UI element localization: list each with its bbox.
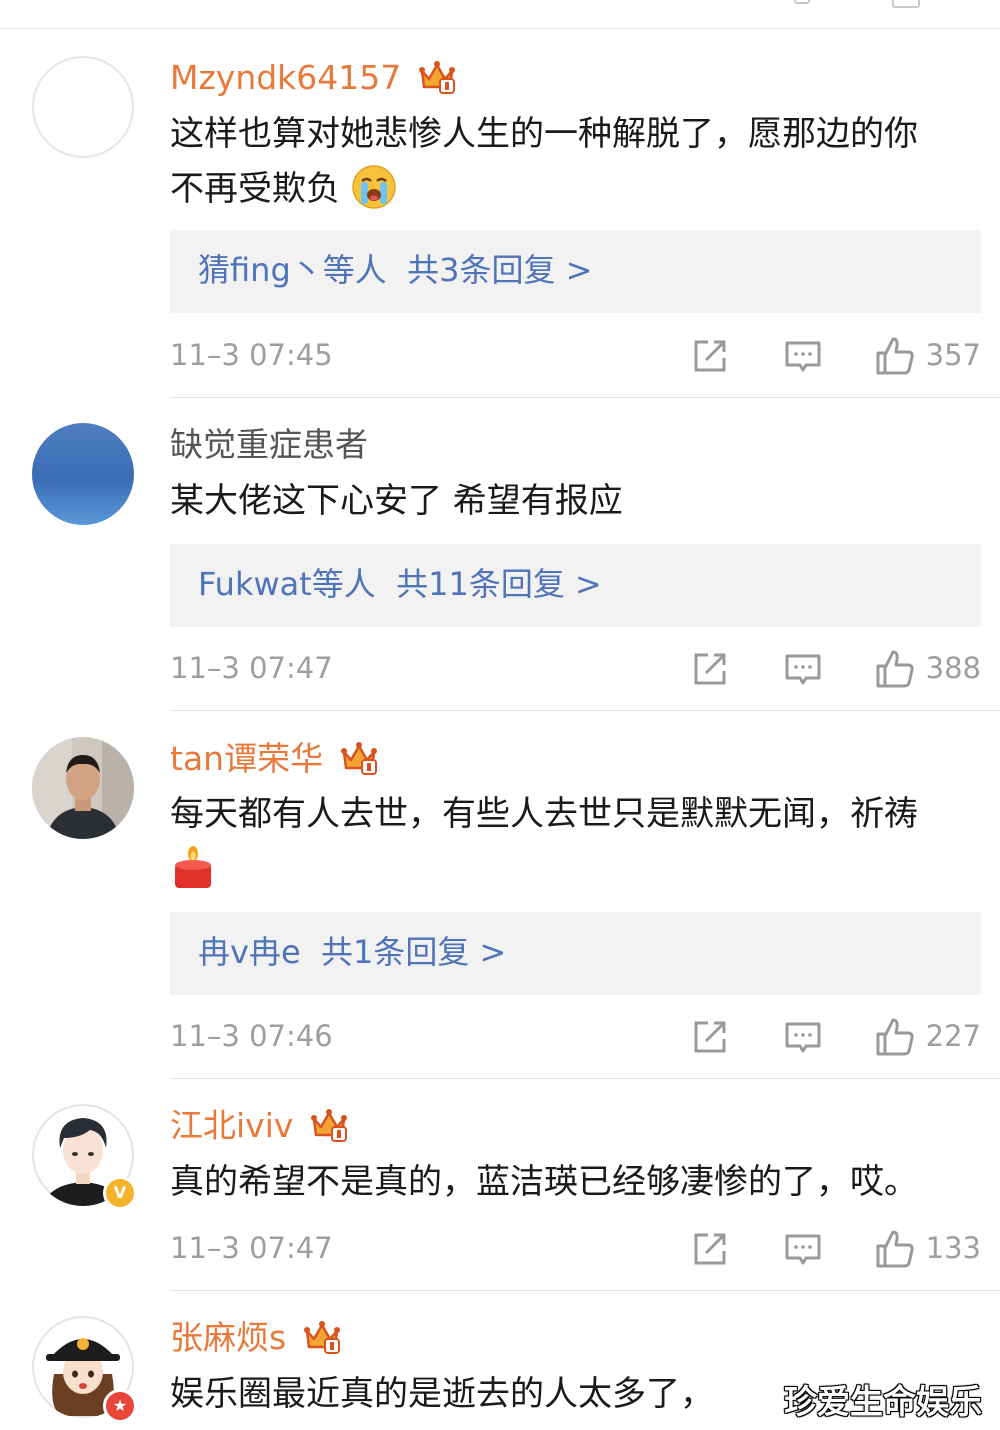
reply-authors[interactable]: Fukwat等人 — [198, 565, 376, 603]
comment-header: 江北iviv — [170, 1104, 348, 1148]
comment-meta: 11–3 07:47 133 — [170, 1227, 981, 1271]
timestamp: 11–3 07:47 — [170, 651, 333, 685]
reply-count-link[interactable]: 共11条回复 > — [396, 565, 602, 603]
comment-icon[interactable] — [783, 649, 823, 689]
verified-v-badge: V — [103, 1176, 137, 1210]
comment-meta: 11–3 07:46 227 — [170, 1015, 981, 1059]
reply-authors[interactable]: 冉v冉e — [198, 933, 301, 971]
like-count: 133 — [925, 1231, 981, 1265]
divider — [170, 1290, 1000, 1291]
like-count: 227 — [925, 1019, 981, 1053]
username[interactable]: tan谭荣华 — [170, 739, 323, 778]
comment-text-line: 这样也算对她悲惨人生的一种解脱了，愿那边的你 — [170, 114, 918, 154]
comment-text: 某大佬这下心安了 希望有报应 — [170, 474, 990, 529]
username[interactable]: Mzyndk64157 — [170, 58, 401, 97]
comment-meta: 11–3 07:47 388 — [170, 647, 981, 691]
watermark: 珍爱生命娱乐 — [784, 1382, 982, 1421]
reply-authors[interactable]: 猜fing丶等人 — [198, 251, 387, 289]
reply-count-link[interactable]: 共3条回复 > — [407, 251, 592, 289]
candle-emoji — [175, 846, 211, 888]
comment-icon[interactable] — [783, 1229, 823, 1269]
comment-text-line: 某大佬这下心安了 希望有报应 — [170, 481, 623, 521]
previous-comment-remnant — [0, 0, 1000, 29]
share-icon[interactable] — [690, 1229, 730, 1269]
comment-text-line: 每天都有人去世，有些人去世只是默默无闻，祈祷 — [170, 794, 918, 834]
partial-icon — [892, 0, 920, 8]
comment-header: Mzyndk64157 — [170, 56, 456, 100]
share-icon[interactable] — [690, 336, 730, 376]
avatar[interactable] — [32, 56, 134, 158]
thumbs-up-icon[interactable] — [875, 649, 915, 689]
comment-text-line: 真的希望不是真的，蓝洁瑛已经够凄惨的了，哎。 — [170, 1162, 918, 1202]
username[interactable]: 张麻烦s — [170, 1318, 286, 1357]
vip-crown-icon — [418, 61, 455, 94]
vip-crown-icon — [310, 1109, 347, 1142]
vip-crown-icon — [340, 742, 377, 775]
divider — [170, 710, 1000, 711]
timestamp: 11–3 07:45 — [170, 338, 333, 372]
username[interactable]: 江北iviv — [170, 1106, 293, 1145]
comment-icon[interactable] — [783, 336, 823, 376]
comment-header: tan谭荣华 — [170, 737, 378, 781]
partial-icon — [794, 0, 810, 4]
timestamp: 11–3 07:46 — [170, 1019, 333, 1053]
crying-face-emoji — [352, 165, 396, 209]
comment-header: 张麻烦s — [170, 1316, 341, 1360]
reply-count-link[interactable]: 共1条回复 > — [321, 933, 506, 971]
vip-crown-icon — [303, 1321, 340, 1354]
share-icon[interactable] — [690, 1017, 730, 1057]
comment-text: 真的希望不是真的，蓝洁瑛已经够凄惨的了，哎。 — [170, 1155, 990, 1210]
comment-text: 这样也算对她悲惨人生的一种解脱了，愿那边的你 不再受欺负 — [170, 107, 990, 217]
comment-text-line — [170, 842, 990, 897]
reply-preview[interactable]: 冉v冉e 共1条回复 > — [170, 912, 981, 995]
comment-header: 缺觉重症患者 — [170, 423, 368, 467]
thumbs-up-icon[interactable] — [875, 1229, 915, 1269]
reply-preview[interactable]: 猜fing丶等人 共3条回复 > — [170, 230, 981, 313]
comment-icon[interactable] — [783, 1017, 823, 1057]
like-count: 388 — [925, 651, 981, 685]
reply-preview[interactable]: Fukwat等人 共11条回复 > — [170, 544, 981, 627]
like-count: 357 — [925, 338, 981, 372]
timestamp: 11–3 07:47 — [170, 1231, 333, 1265]
divider — [170, 397, 1000, 398]
avatar[interactable] — [32, 423, 134, 525]
username[interactable]: 缺觉重症患者 — [170, 425, 368, 464]
comment-text-line: 不再受欺负 — [170, 162, 990, 217]
star-badge: ★ — [103, 1389, 137, 1423]
comment-meta: 11–3 07:45 357 — [170, 334, 981, 378]
share-icon[interactable] — [690, 649, 730, 689]
comment-text: 每天都有人去世，有些人去世只是默默无闻，祈祷 — [170, 787, 990, 897]
thumbs-up-icon[interactable] — [875, 1017, 915, 1057]
avatar[interactable] — [32, 737, 134, 839]
divider — [170, 1078, 1000, 1079]
thumbs-up-icon[interactable] — [875, 336, 915, 376]
